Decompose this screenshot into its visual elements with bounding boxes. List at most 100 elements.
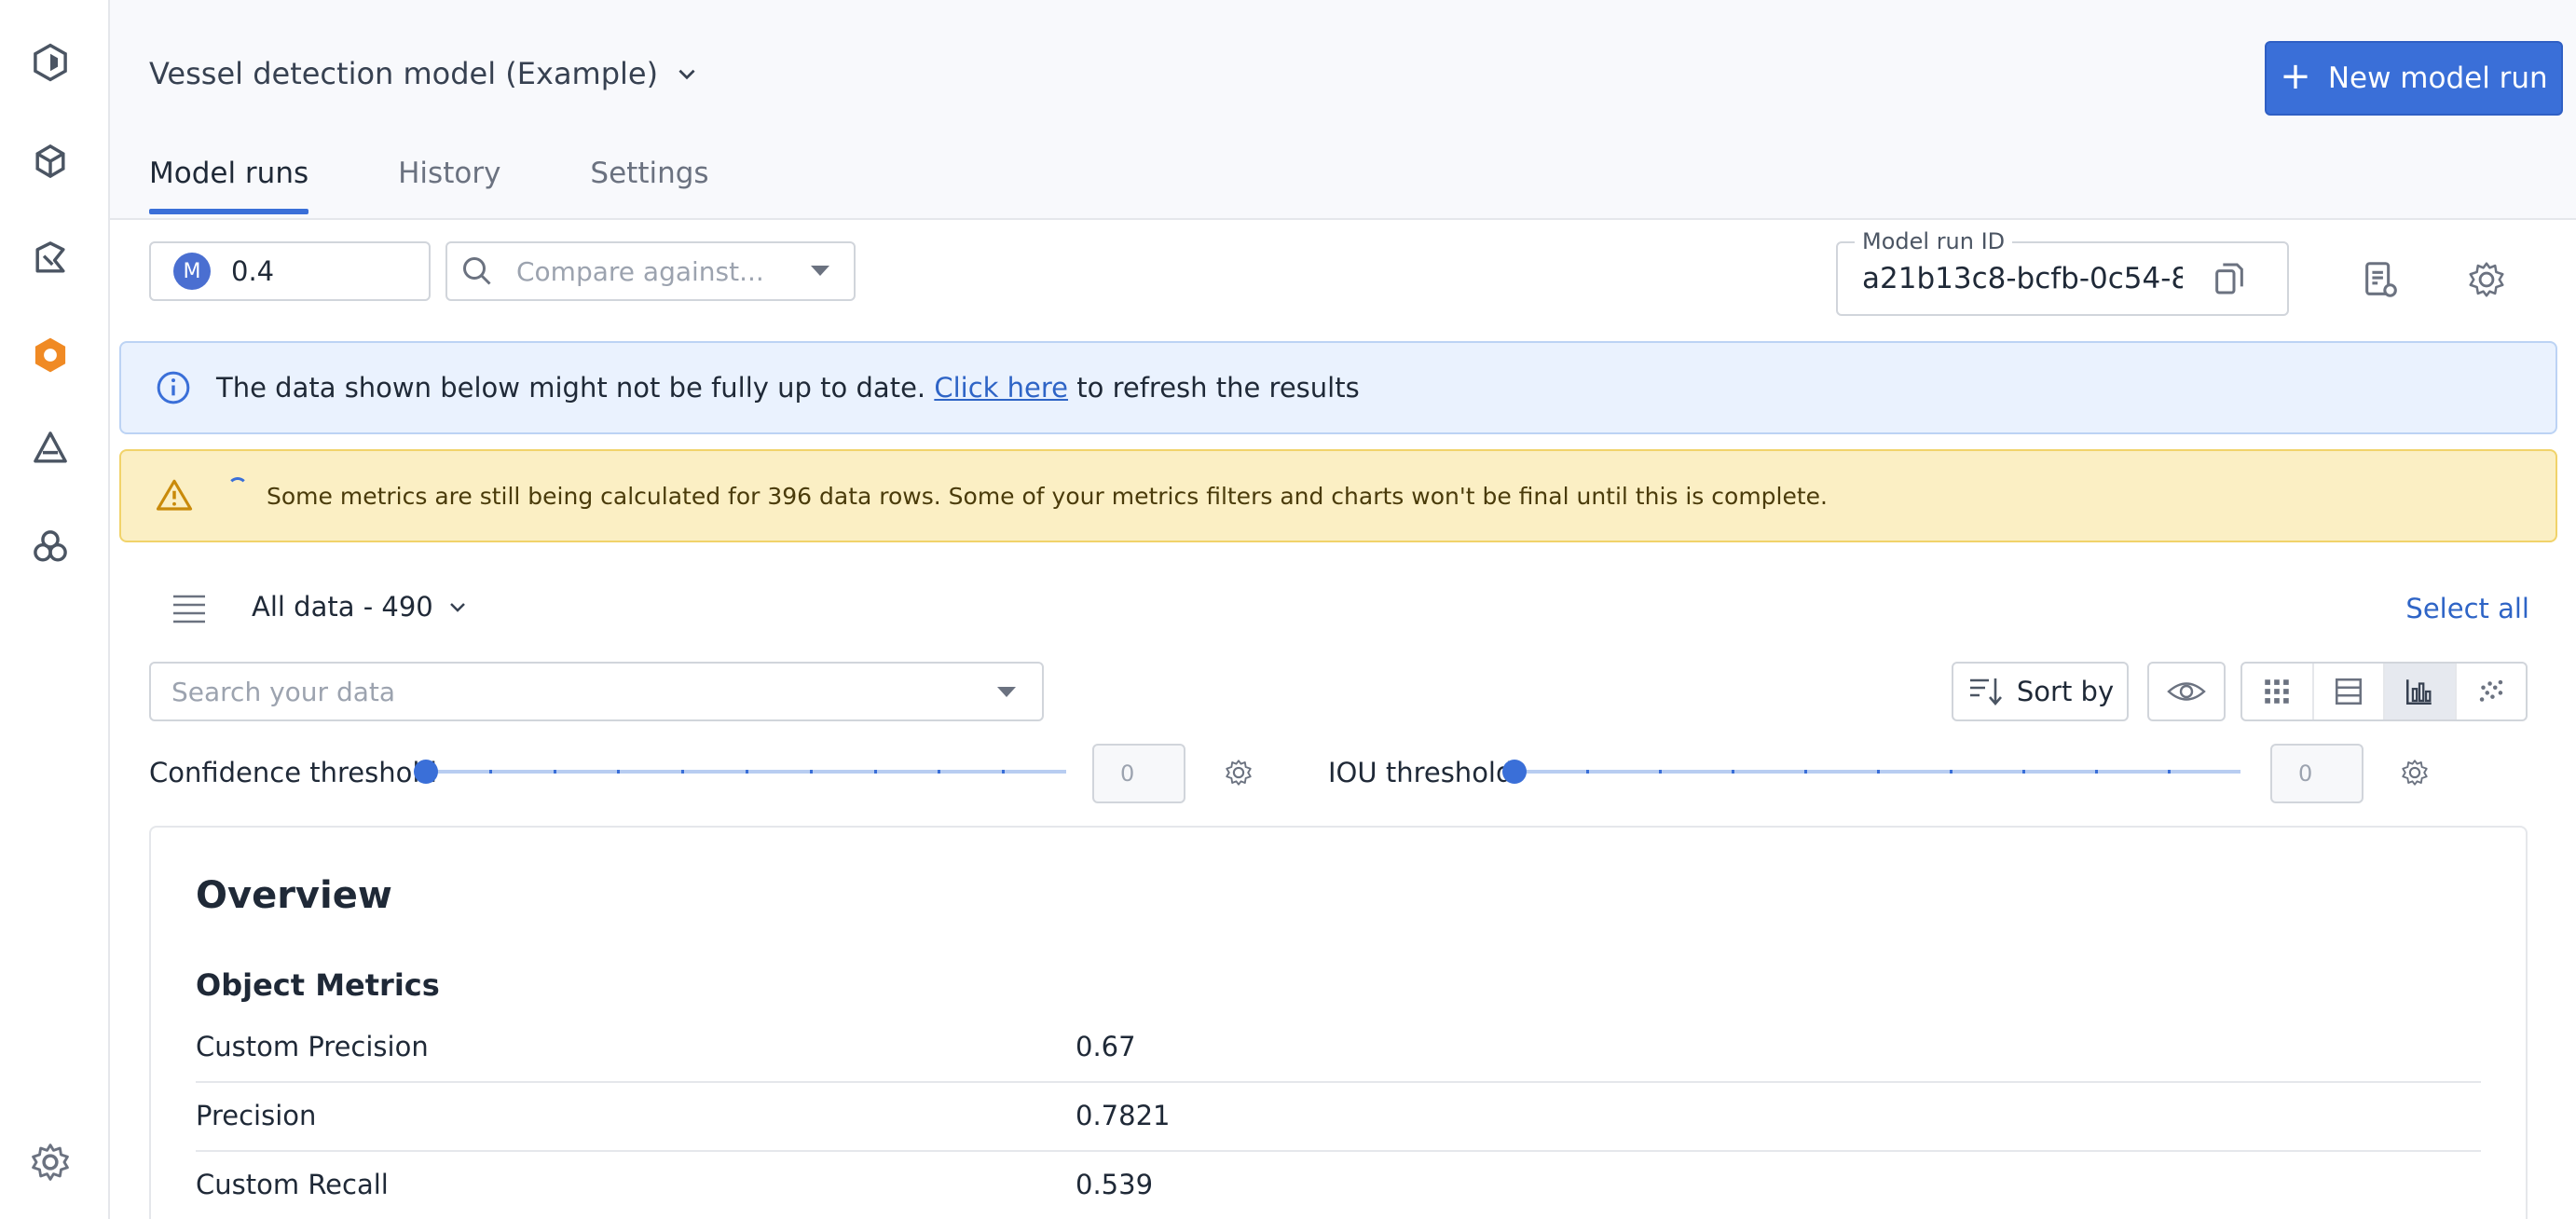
warning-banner-text: Some metrics are still being calculated … [267,482,1828,510]
model-icon[interactable] [27,332,74,378]
tab-model-runs[interactable]: Model runs [149,157,309,214]
metric-value: 0.539 [1076,1169,1154,1200]
list-menu-icon[interactable] [171,593,207,624]
slider-step-mark [1877,770,1880,774]
data-subset-label: All data - 490 [252,591,433,623]
info-banner-text: The data shown below might not be fully … [216,372,1360,404]
slider-step-mark [617,770,620,774]
compare-placeholder: Compare against... [516,255,764,287]
metric-row: Custom Recall 0.539 [196,1152,2481,1219]
scatter-view-button[interactable] [2457,664,2527,719]
caret-down-icon [997,687,1016,697]
workflow-icon[interactable] [27,425,74,472]
model-version-value: 0.4 [231,255,275,287]
eye-icon [2167,682,2206,701]
overview-title: Overview [196,874,392,917]
data-subset-selector[interactable]: All data - 490 [252,591,469,623]
metric-name: Custom Precision [196,1031,429,1062]
iou-threshold-input[interactable]: 0 [2270,744,2364,803]
plus-icon: + [2280,55,2311,98]
slider-step-mark [874,770,877,774]
tab-history[interactable]: History [398,157,500,214]
chevron-down-icon [449,603,465,612]
chevron-down-icon [678,69,695,80]
visibility-toggle-button[interactable] [2147,662,2226,721]
model-run-id-label: Model run ID [1855,228,2013,254]
left-nav-rail [0,0,110,1219]
search-icon [463,257,491,285]
confidence-threshold-label: Confidence threshold [149,757,437,788]
metric-row: Custom Precision 0.67 [196,1014,2481,1083]
confidence-threshold-slider[interactable] [414,760,1066,784]
refresh-results-link[interactable]: Click here [934,372,1068,404]
slider-step-mark [1659,770,1662,774]
settings-gear-icon[interactable] [27,1139,74,1185]
metric-value: 0.67 [1076,1031,1136,1062]
model-badge: M [173,253,211,290]
search-data-placeholder: Search your data [171,676,396,707]
model-run-id-value[interactable]: a21b13c8-bcfb-0c54-8 [1862,262,2183,295]
slider-step-mark [1586,770,1589,774]
slider-step-mark [1002,770,1005,774]
slider-handle[interactable] [1502,760,1527,784]
confidence-threshold-input[interactable]: 0 [1092,744,1185,803]
model-version-select[interactable]: M 0.4 [149,241,431,301]
sort-icon [1969,678,2002,705]
slider-step-mark [938,770,940,774]
slider-step-mark [681,770,684,774]
metric-value: 0.7821 [1076,1100,1171,1131]
slider-step-mark [2095,770,2098,774]
info-icon [157,371,190,404]
scatter-icon [2479,679,2502,702]
charts-view-button[interactable] [2385,664,2457,719]
slider-step-mark [2022,770,2025,774]
iou-threshold-slider[interactable] [1502,760,2240,784]
table-view-button[interactable] [2314,664,2385,719]
slider-step-mark [810,770,813,774]
overview-card: Overview Object Metrics Custom Precision… [149,826,2528,1219]
slider-step-mark [1804,770,1807,774]
slider-step-mark [746,770,748,774]
metric-row: Precision 0.7821 [196,1083,2481,1152]
slider-step-mark [1950,770,1953,774]
project-title: Vessel detection model (Example) [149,56,659,91]
info-banner: The data shown below might not be fully … [119,341,2557,434]
confidence-settings-gear-icon[interactable] [1223,757,1254,788]
new-model-run-label: New model run [2327,62,2548,95]
annotate-icon[interactable] [27,235,74,281]
grid-icon [2265,679,2289,704]
warning-banner: Some metrics are still being calculated … [119,449,2557,542]
new-model-run-button[interactable]: + New model run [2265,41,2563,116]
report-view-icon[interactable] [2360,258,2403,301]
search-data-input[interactable]: Search your data [149,662,1044,721]
catalog-icon[interactable] [27,138,74,185]
view-mode-toggle-group [2240,662,2528,721]
table-icon [2335,678,2362,705]
metric-name: Custom Recall [196,1169,389,1200]
copy-icon[interactable] [2211,260,2248,297]
page-header: Vessel detection model (Example) + New m… [110,0,2576,220]
caret-down-icon [811,266,829,276]
app-logo-icon[interactable] [27,39,74,86]
metric-name: Precision [196,1100,317,1131]
sort-by-button[interactable]: Sort by [1952,662,2129,721]
iou-threshold-label: IOU threshold [1328,757,1514,788]
loading-spinner-icon [227,477,248,498]
select-all-link[interactable]: Select all [2405,593,2529,624]
tab-settings[interactable]: Settings [590,157,708,214]
gear-icon[interactable] [2465,258,2508,301]
grid-view-button[interactable] [2242,664,2314,719]
iou-settings-gear-icon[interactable] [2399,757,2431,788]
bar-chart-icon [2406,679,2432,705]
model-run-id-field: Model run ID a21b13c8-bcfb-0c54-8 [1836,228,2289,316]
apps-icon[interactable] [27,524,74,570]
page-tabs: Model runs History Settings [149,157,709,214]
slider-step-mark [554,770,556,774]
slider-step-mark [489,770,492,774]
object-metrics-heading: Object Metrics [196,967,440,1003]
project-selector[interactable]: Vessel detection model (Example) [149,56,699,91]
slider-step-mark [1732,770,1734,774]
slider-handle[interactable] [414,760,438,784]
compare-against-select[interactable]: Compare against... [445,241,856,301]
warning-icon [156,479,193,511]
